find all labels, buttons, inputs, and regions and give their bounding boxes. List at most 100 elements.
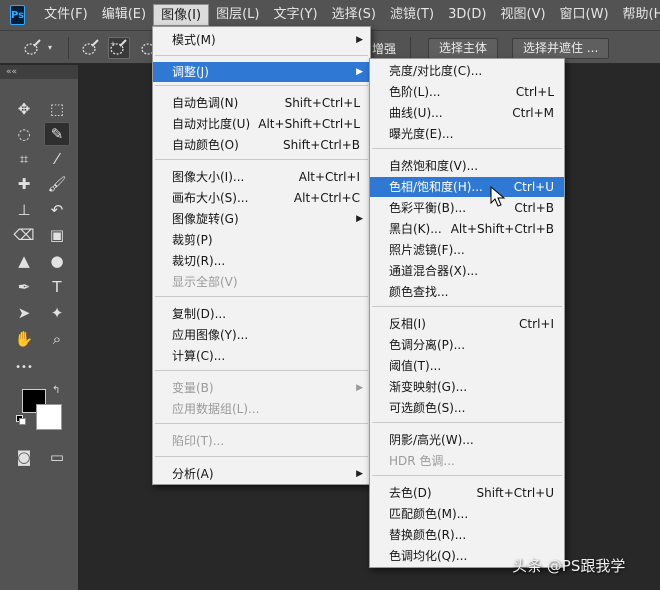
preset-dropdown-chevron-icon[interactable]: ▾ <box>48 43 52 52</box>
hand-icon[interactable]: ✋ <box>11 327 37 351</box>
adjust-menu-item-label: 颜色查找... <box>389 285 449 299</box>
zoom-icon[interactable]: ⌕ <box>44 327 70 351</box>
menu-view[interactable]: 视图(V) <box>494 4 553 26</box>
adjust-menu-item[interactable]: 黑白(K)... Alt+Shift+Ctrl+B <box>370 219 564 239</box>
add-to-selection-button[interactable]: + <box>108 37 130 59</box>
menu-layer[interactable]: 图层(L) <box>209 4 266 26</box>
menu-filter[interactable]: 滤镜(T) <box>383 4 441 26</box>
gradient-icon[interactable]: ▣ <box>44 223 70 247</box>
adjust-menu-item[interactable]: 替换颜色(R)... <box>370 525 564 545</box>
image-menu-item[interactable]: 调整(J) ▶ <box>153 62 370 82</box>
select-and-mask-button[interactable]: 选择并遮住 ... <box>512 38 610 59</box>
quick-selection-icon[interactable]: ✎ <box>44 122 70 146</box>
healing-brush-icon[interactable]: ✚ <box>11 172 37 196</box>
image-menu-item: 陷印(T)... <box>153 431 370 451</box>
adjust-menu-item[interactable]: 曲线(U)... Ctrl+M <box>370 103 564 123</box>
quick-mask-icon[interactable]: ◙ <box>11 445 37 469</box>
image-menu-item-label: 自动对比度(U) <box>172 117 251 131</box>
adjust-menu-item[interactable]: 色阶(L)... Ctrl+L <box>370 82 564 102</box>
pen-icon-glyph: ✒ <box>17 278 31 296</box>
image-menu-item[interactable]: 计算(C)... <box>153 346 370 366</box>
adjust-menu-item[interactable]: 色彩平衡(B)... Ctrl+B <box>370 198 564 218</box>
image-menu-item[interactable]: 自动对比度(U) Alt+Shift+Ctrl+L <box>153 114 370 134</box>
submenu-arrow-icon: ▶ <box>356 469 363 479</box>
menu-3d[interactable]: 3D(D) <box>441 4 493 26</box>
adjust-menu-item[interactable]: 阴影/高光(W)... <box>370 430 564 450</box>
adjust-menu-item[interactable]: 通道混合器(X)... <box>370 261 564 281</box>
move-icon[interactable]: ✥ <box>11 97 37 121</box>
adjust-menu-item[interactable]: 渐变映射(G)... <box>370 377 564 397</box>
dodge-icon[interactable]: ● <box>44 249 70 273</box>
menu-image[interactable]: 图像(I) <box>153 4 210 26</box>
adjust-menu-item[interactable]: 阈值(T)... <box>370 356 564 376</box>
menu-type[interactable]: 文字(Y) <box>266 4 324 26</box>
menu-select[interactable]: 选择(S) <box>325 4 383 26</box>
menu-separator <box>372 148 562 149</box>
image-menu-item[interactable]: 裁剪(P) <box>153 230 370 250</box>
blur-icon[interactable]: ▲ <box>11 249 37 273</box>
menu-file[interactable]: 文件(F) <box>37 4 95 26</box>
brush-icon[interactable]: 🖌 <box>44 172 70 196</box>
photoshop-logo-icon[interactable]: Ps <box>10 5 26 25</box>
menu-separator <box>155 423 368 424</box>
image-menu-item-label: 自动颜色(O) <box>172 138 239 152</box>
image-menu-item[interactable]: 分析(A) ▶ <box>153 464 370 484</box>
adjust-menu-item-label: 匹配颜色(M)... <box>389 507 469 521</box>
adjust-menu-item[interactable]: 颜色查找... <box>370 282 564 302</box>
image-menu-item-label: 应用数据组(L)... <box>172 402 260 416</box>
adjust-menu-item[interactable]: 去色(D) Shift+Ctrl+U <box>370 483 564 503</box>
adjust-menu-item[interactable]: 色调分离(P)... <box>370 335 564 355</box>
menu-edit[interactable]: 编辑(E) <box>95 4 153 26</box>
new-selection-button[interactable] <box>80 37 102 59</box>
screen-mode-icon[interactable]: ▭ <box>44 445 70 469</box>
history-brush-icon[interactable]: ↶ <box>44 198 70 222</box>
image-menu-item[interactable]: 图像大小(I)... Alt+Ctrl+I <box>153 167 370 187</box>
adjust-menu-item[interactable]: 曝光度(E)... <box>370 124 564 144</box>
adjust-menu-item[interactable]: 照片滤镜(F)... <box>370 240 564 260</box>
menu-window[interactable]: 窗口(W) <box>553 4 616 26</box>
select-subject-button[interactable]: 选择主体 <box>428 38 499 59</box>
menu-separator <box>155 55 368 56</box>
gradient-icon-glyph: ▣ <box>49 226 65 244</box>
image-menu-item[interactable]: 裁切(R)... <box>153 251 370 271</box>
type-icon[interactable]: T <box>44 275 70 299</box>
image-menu-item[interactable]: 图像旋转(G) ▶ <box>153 209 370 229</box>
pen-icon[interactable]: ✒ <box>11 275 37 299</box>
default-colors-icon[interactable] <box>16 415 26 425</box>
more-tools-icon[interactable]: ••• <box>11 355 37 379</box>
adjust-menu-item-shortcut: Alt+Shift+Ctrl+B <box>450 222 554 236</box>
image-menu-item[interactable]: 应用图像(Y)... <box>153 325 370 345</box>
adjust-menu-item[interactable]: 亮度/对比度(C)... <box>370 61 564 81</box>
image-menu-item: 应用数据组(L)... <box>153 399 370 419</box>
crop-icon[interactable]: ⌗ <box>11 147 37 171</box>
tool-preset-picker[interactable] <box>22 37 44 59</box>
path-selection-icon[interactable]: ➤ <box>11 301 37 325</box>
image-menu-item[interactable]: 复制(D)... <box>153 304 370 324</box>
eraser-icon[interactable]: ⌫ <box>11 223 37 247</box>
swap-colors-icon[interactable]: ↰ <box>52 385 60 396</box>
adjust-menu-item[interactable]: 可选颜色(S)... <box>370 398 564 418</box>
image-menu-item[interactable]: 自动颜色(O) Shift+Ctrl+B <box>153 135 370 155</box>
image-menu-item-label: 复制(D)... <box>172 307 227 321</box>
submenu-arrow-icon: ▶ <box>356 67 363 77</box>
adjust-menu-item[interactable]: 自然饱和度(V)... <box>370 156 564 176</box>
image-menu-item-label: 分析(A) <box>172 467 214 481</box>
image-menu-dropdown: 模式(M) ▶ 调整(J) ▶ 自动色调(N) Shift+Ctrl+L 自动对比度(U) A… <box>152 26 371 485</box>
image-menu-item[interactable]: 自动色调(N) Shift+Ctrl+L <box>153 93 370 113</box>
clone-stamp-icon[interactable]: ⊥ <box>11 198 37 222</box>
more-tools-icon-glyph: ••• <box>15 361 33 373</box>
shape-icon[interactable]: ✦ <box>44 301 70 325</box>
marquee-icon[interactable]: ⬚ <box>44 97 70 121</box>
image-menu-item[interactable]: 模式(M) ▶ <box>153 30 370 50</box>
adjust-menu-item[interactable]: 反相(I) Ctrl+I <box>370 314 564 334</box>
lasso-icon[interactable]: ◌ <box>11 122 37 146</box>
image-menu-item[interactable]: 画布大小(S)... Alt+Ctrl+C <box>153 188 370 208</box>
adjust-menu-item[interactable]: 色相/饱和度(H)... Ctrl+U <box>370 177 564 197</box>
menu-help[interactable]: 帮助(H) <box>616 4 660 26</box>
blur-icon-glyph: ▲ <box>18 252 30 270</box>
collapse-panel-icon[interactable]: «« <box>0 65 78 79</box>
background-color-swatch[interactable] <box>36 404 62 430</box>
move-icon-glyph: ✥ <box>17 100 31 118</box>
eyedropper-icon[interactable]: ⁄ <box>44 147 70 171</box>
adjust-menu-item[interactable]: 匹配颜色(M)... <box>370 504 564 524</box>
